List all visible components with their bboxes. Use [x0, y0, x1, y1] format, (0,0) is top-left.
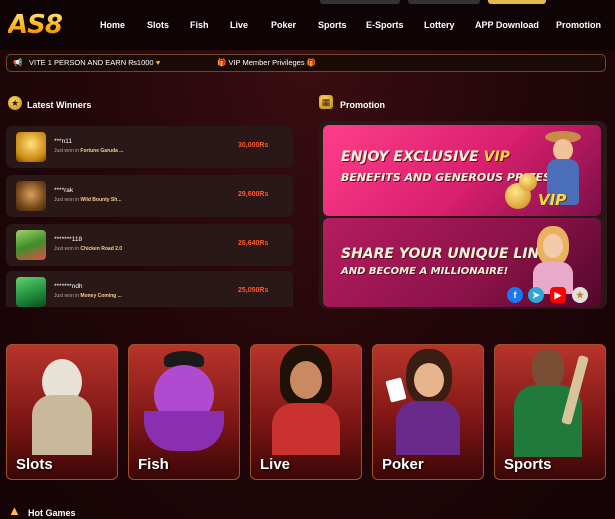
live-dealer-figure: [266, 345, 346, 455]
winner-amount: 30,000Rs: [238, 142, 269, 149]
facebook-icon[interactable]: f: [507, 287, 523, 303]
category-label: Live: [260, 456, 291, 473]
winner-amount: 26,640Rs: [238, 240, 269, 247]
winner-row[interactable]: *******118 Just won in Chicken Road 2.0 …: [6, 224, 293, 266]
cricketer-figure: [508, 345, 592, 457]
announcement-marquee[interactable]: 📢 VITE 1 PERSON AND EARN ₨1000 ♥ 🎁 VIP M…: [6, 54, 606, 72]
game-thumbnail: [16, 132, 46, 162]
category-label: Sports: [504, 456, 552, 473]
octopus-pirate-figure: [139, 351, 229, 455]
category-sports-card[interactable]: Sports: [494, 344, 606, 480]
coin-icon: [519, 173, 537, 191]
vip-badge: VIP: [538, 191, 567, 209]
nav-home[interactable]: Home: [100, 20, 125, 30]
winner-username: ***n11: [54, 138, 72, 145]
winner-amount: 29,600Rs: [238, 191, 269, 198]
nav-slots[interactable]: Slots: [147, 20, 169, 30]
category-live-card[interactable]: Live: [250, 344, 362, 480]
nav-sports[interactable]: Sports: [318, 20, 347, 30]
winner-amount: 25,050Rs: [238, 287, 269, 294]
woman-figure: [523, 222, 583, 294]
promotion-icon: ▦: [319, 95, 333, 109]
category-fish-card[interactable]: Fish: [128, 344, 240, 480]
vip-banner-headline: ENJOY EXCLUSIVE VIP: [341, 149, 510, 165]
winner-game: Just won in Money Coming ...: [54, 293, 122, 299]
referral-banner-subline: AND BECOME A MILLIONAIRE!: [341, 266, 509, 277]
telegram-icon[interactable]: ➤: [528, 287, 544, 303]
promotion-title: Promotion: [340, 100, 385, 110]
game-thumbnail: [16, 230, 46, 260]
megaphone-icon: 📢: [13, 58, 23, 67]
poker-woman-figure: [385, 349, 468, 455]
heart-icon: ♥: [155, 58, 161, 67]
winner-row[interactable]: *******ndh Just won in Money Coming ... …: [6, 271, 293, 307]
vip-promo-banner[interactable]: ENJOY EXCLUSIVE VIP BENEFITS AND GENEROU…: [323, 125, 601, 216]
trophy-icon: ★: [8, 96, 22, 110]
nav-poker[interactable]: Poker: [271, 20, 296, 30]
category-label: Fish: [138, 456, 169, 473]
youtube-icon[interactable]: ▶: [550, 287, 566, 303]
promotion-carousel: ENJOY EXCLUSIVE VIP BENEFITS AND GENEROU…: [319, 121, 607, 309]
gift-icon: 🎁: [217, 58, 227, 67]
nav-app-download[interactable]: APP Download: [475, 20, 539, 30]
nav-promotion[interactable]: Promotion: [556, 20, 601, 30]
game-thumbnail: [16, 181, 46, 211]
category-slots-card[interactable]: Slots: [6, 344, 118, 480]
winner-game: Just won in Fortune Garuda ...: [54, 148, 124, 154]
main-nav: Home Slots Fish Live Poker Sports E-Spor…: [0, 0, 615, 50]
nav-live[interactable]: Live: [230, 20, 248, 30]
category-poker-card[interactable]: Poker: [372, 344, 484, 480]
gift-icon: 🎁: [306, 58, 317, 67]
latest-winners-title: Latest Winners: [27, 100, 92, 110]
winner-username: *******118: [54, 236, 83, 243]
winner-game: Just won in Wild Bounty Sh...: [54, 197, 122, 203]
referral-promo-banner[interactable]: SHARE YOUR UNIQUE LINK AND BECOME A MILL…: [323, 218, 601, 307]
hot-games-title: Hot Games: [28, 508, 76, 518]
winner-game: Just won in Chicken Road 2.0: [54, 246, 123, 252]
winner-username: *******ndh: [54, 283, 83, 290]
category-label: Slots: [16, 456, 53, 473]
referral-banner-headline: SHARE YOUR UNIQUE LINK: [341, 246, 551, 262]
top-header: AS8 Home Slots Fish Live Poker Sports E-…: [0, 0, 615, 50]
nav-fish[interactable]: Fish: [190, 20, 209, 30]
category-label: Poker: [382, 456, 424, 473]
game-thumbnail: [16, 277, 46, 307]
winner-row[interactable]: ***n11 Just won in Fortune Garuda ... 30…: [6, 126, 293, 168]
winner-row[interactable]: ****rak Just won in Wild Bounty Sh... 29…: [6, 175, 293, 217]
winner-username: ****rak: [54, 187, 74, 194]
nav-lottery[interactable]: Lottery: [424, 20, 455, 30]
share-icon[interactable]: ★: [572, 287, 588, 303]
nav-esports[interactable]: E-Sports: [366, 20, 404, 30]
zeus-figure: [22, 355, 102, 455]
fire-icon: ▲: [8, 503, 21, 518]
marquee-text-vip: 🎁 VIP Member Privileges 🎁: [217, 58, 317, 67]
marquee-text-invite: VITE 1 PERSON AND EARN ₨1000 ♥: [29, 58, 161, 67]
